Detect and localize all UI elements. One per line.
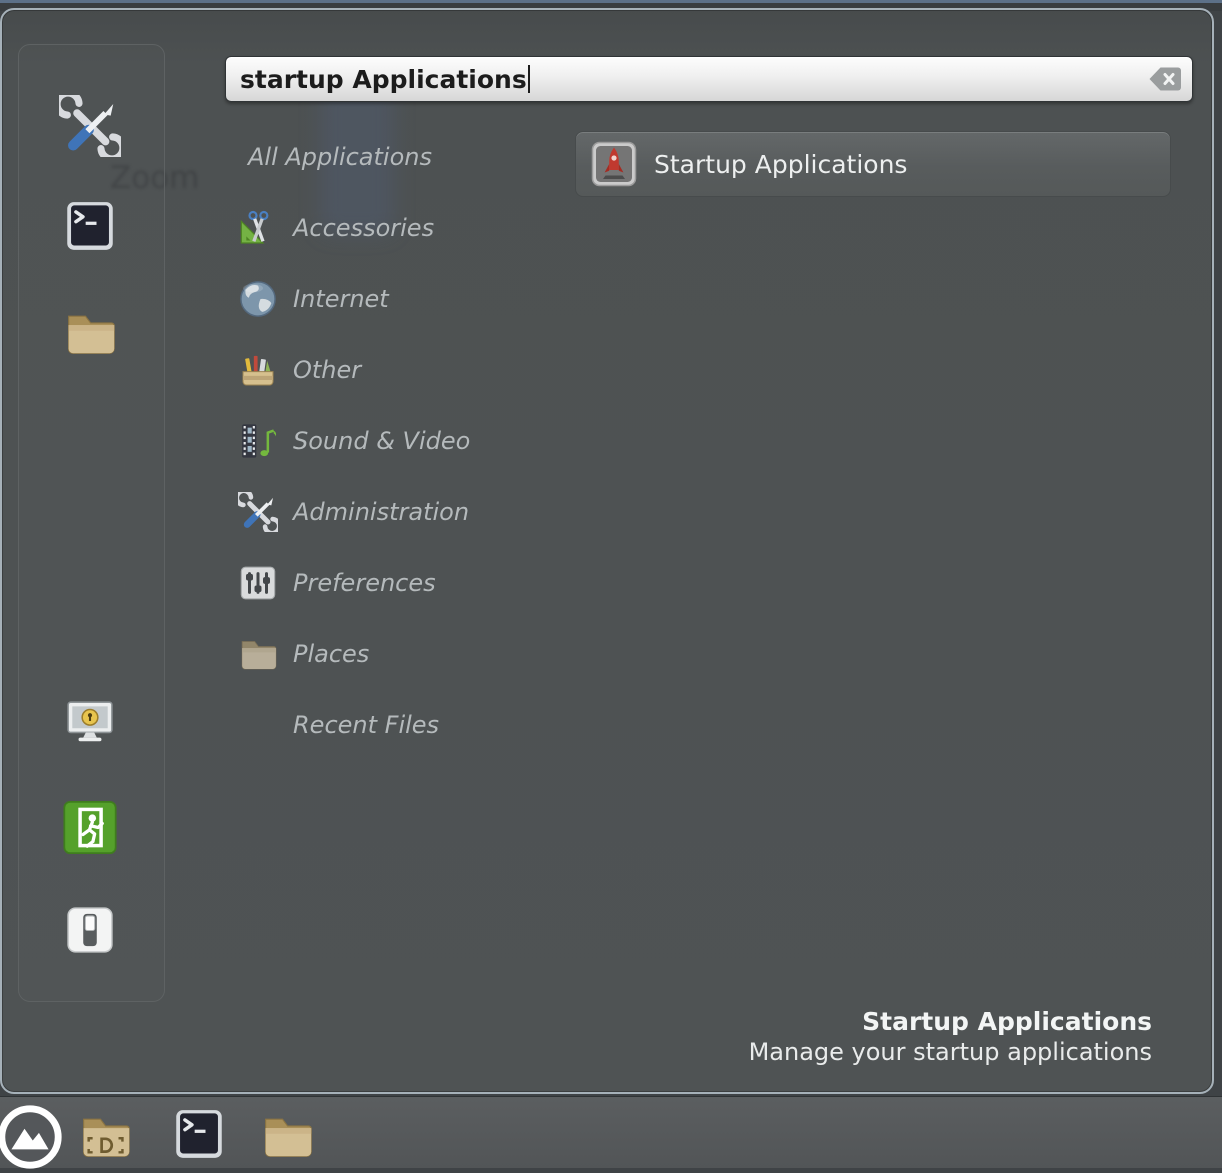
files-launcher[interactable] xyxy=(256,1109,318,1163)
selection-subtitle: Manage your startup applications xyxy=(749,1037,1152,1068)
text-cursor xyxy=(528,65,530,93)
terminal-launcher[interactable] xyxy=(173,1105,225,1163)
taskbar xyxy=(0,1096,1222,1168)
category-label: Accessories xyxy=(293,214,434,242)
category-administration[interactable]: Administration xyxy=(236,476,576,547)
category-places[interactable]: Places xyxy=(236,618,576,689)
category-label: Preferences xyxy=(293,569,436,597)
sliders-icon xyxy=(238,563,278,603)
desktop: Zoom startup Applications All Applicatio… xyxy=(0,0,1222,1168)
stationery-box-icon xyxy=(238,350,278,390)
category-label: Sound & Video xyxy=(293,427,470,455)
selection-info: Startup Applications Manage your startup… xyxy=(749,1006,1152,1068)
shutdown-icon xyxy=(65,904,115,956)
rocket-icon xyxy=(590,140,638,188)
terminal-button[interactable] xyxy=(64,200,116,252)
category-label: Recent Files xyxy=(293,711,439,739)
category-label: Places xyxy=(293,640,369,668)
desktop-folder-icon xyxy=(75,1109,135,1163)
search-result-startup-applications[interactable]: Startup Applications xyxy=(575,131,1171,197)
system-settings-button[interactable] xyxy=(58,94,122,158)
accessories-scissors-icon xyxy=(238,208,278,248)
desktop-folder-launcher[interactable] xyxy=(75,1109,135,1163)
backspace-clear-icon xyxy=(1148,66,1182,93)
file-manager-button[interactable] xyxy=(61,306,119,360)
category-list: All Applications Accessories Internet Ot… xyxy=(236,121,576,760)
folder-icon xyxy=(256,1109,318,1163)
lock-screen-icon xyxy=(63,697,117,747)
logout-icon xyxy=(62,799,118,856)
system-tools-icon xyxy=(59,95,121,157)
menu-mountain-logo xyxy=(0,1104,63,1170)
terminal-icon xyxy=(173,1105,225,1163)
terminal-icon xyxy=(64,200,116,252)
category-label: Other xyxy=(293,356,361,384)
internet-globe-icon xyxy=(238,279,278,319)
category-recent-files[interactable]: Recent Files xyxy=(236,689,576,760)
search-input[interactable]: startup Applications xyxy=(225,56,1193,102)
result-label: Startup Applications xyxy=(654,150,907,179)
category-sound-video[interactable]: Sound & Video xyxy=(236,405,576,476)
file-manager-folder-icon xyxy=(61,306,119,360)
category-label: All Applications xyxy=(248,143,432,171)
selection-title: Startup Applications xyxy=(749,1006,1152,1037)
search-input-value: startup Applications xyxy=(240,65,527,94)
shutdown-button[interactable] xyxy=(65,904,115,956)
favorites-sidebar xyxy=(18,44,165,1002)
admin-tools-icon xyxy=(238,492,278,532)
category-label: Administration xyxy=(293,498,469,526)
category-accessories[interactable]: Accessories xyxy=(236,192,576,263)
menu-button[interactable] xyxy=(0,1104,63,1170)
category-internet[interactable]: Internet xyxy=(236,263,576,334)
logout-button[interactable] xyxy=(62,799,118,856)
film-note-icon xyxy=(238,421,278,461)
category-label: Internet xyxy=(293,285,389,313)
places-folder-icon xyxy=(238,634,278,674)
category-all-applications[interactable]: All Applications xyxy=(236,121,576,192)
category-other[interactable]: Other xyxy=(236,334,576,405)
category-preferences[interactable]: Preferences xyxy=(236,547,576,618)
clear-search-button[interactable] xyxy=(1148,66,1182,93)
lock-screen-button[interactable] xyxy=(63,697,117,747)
